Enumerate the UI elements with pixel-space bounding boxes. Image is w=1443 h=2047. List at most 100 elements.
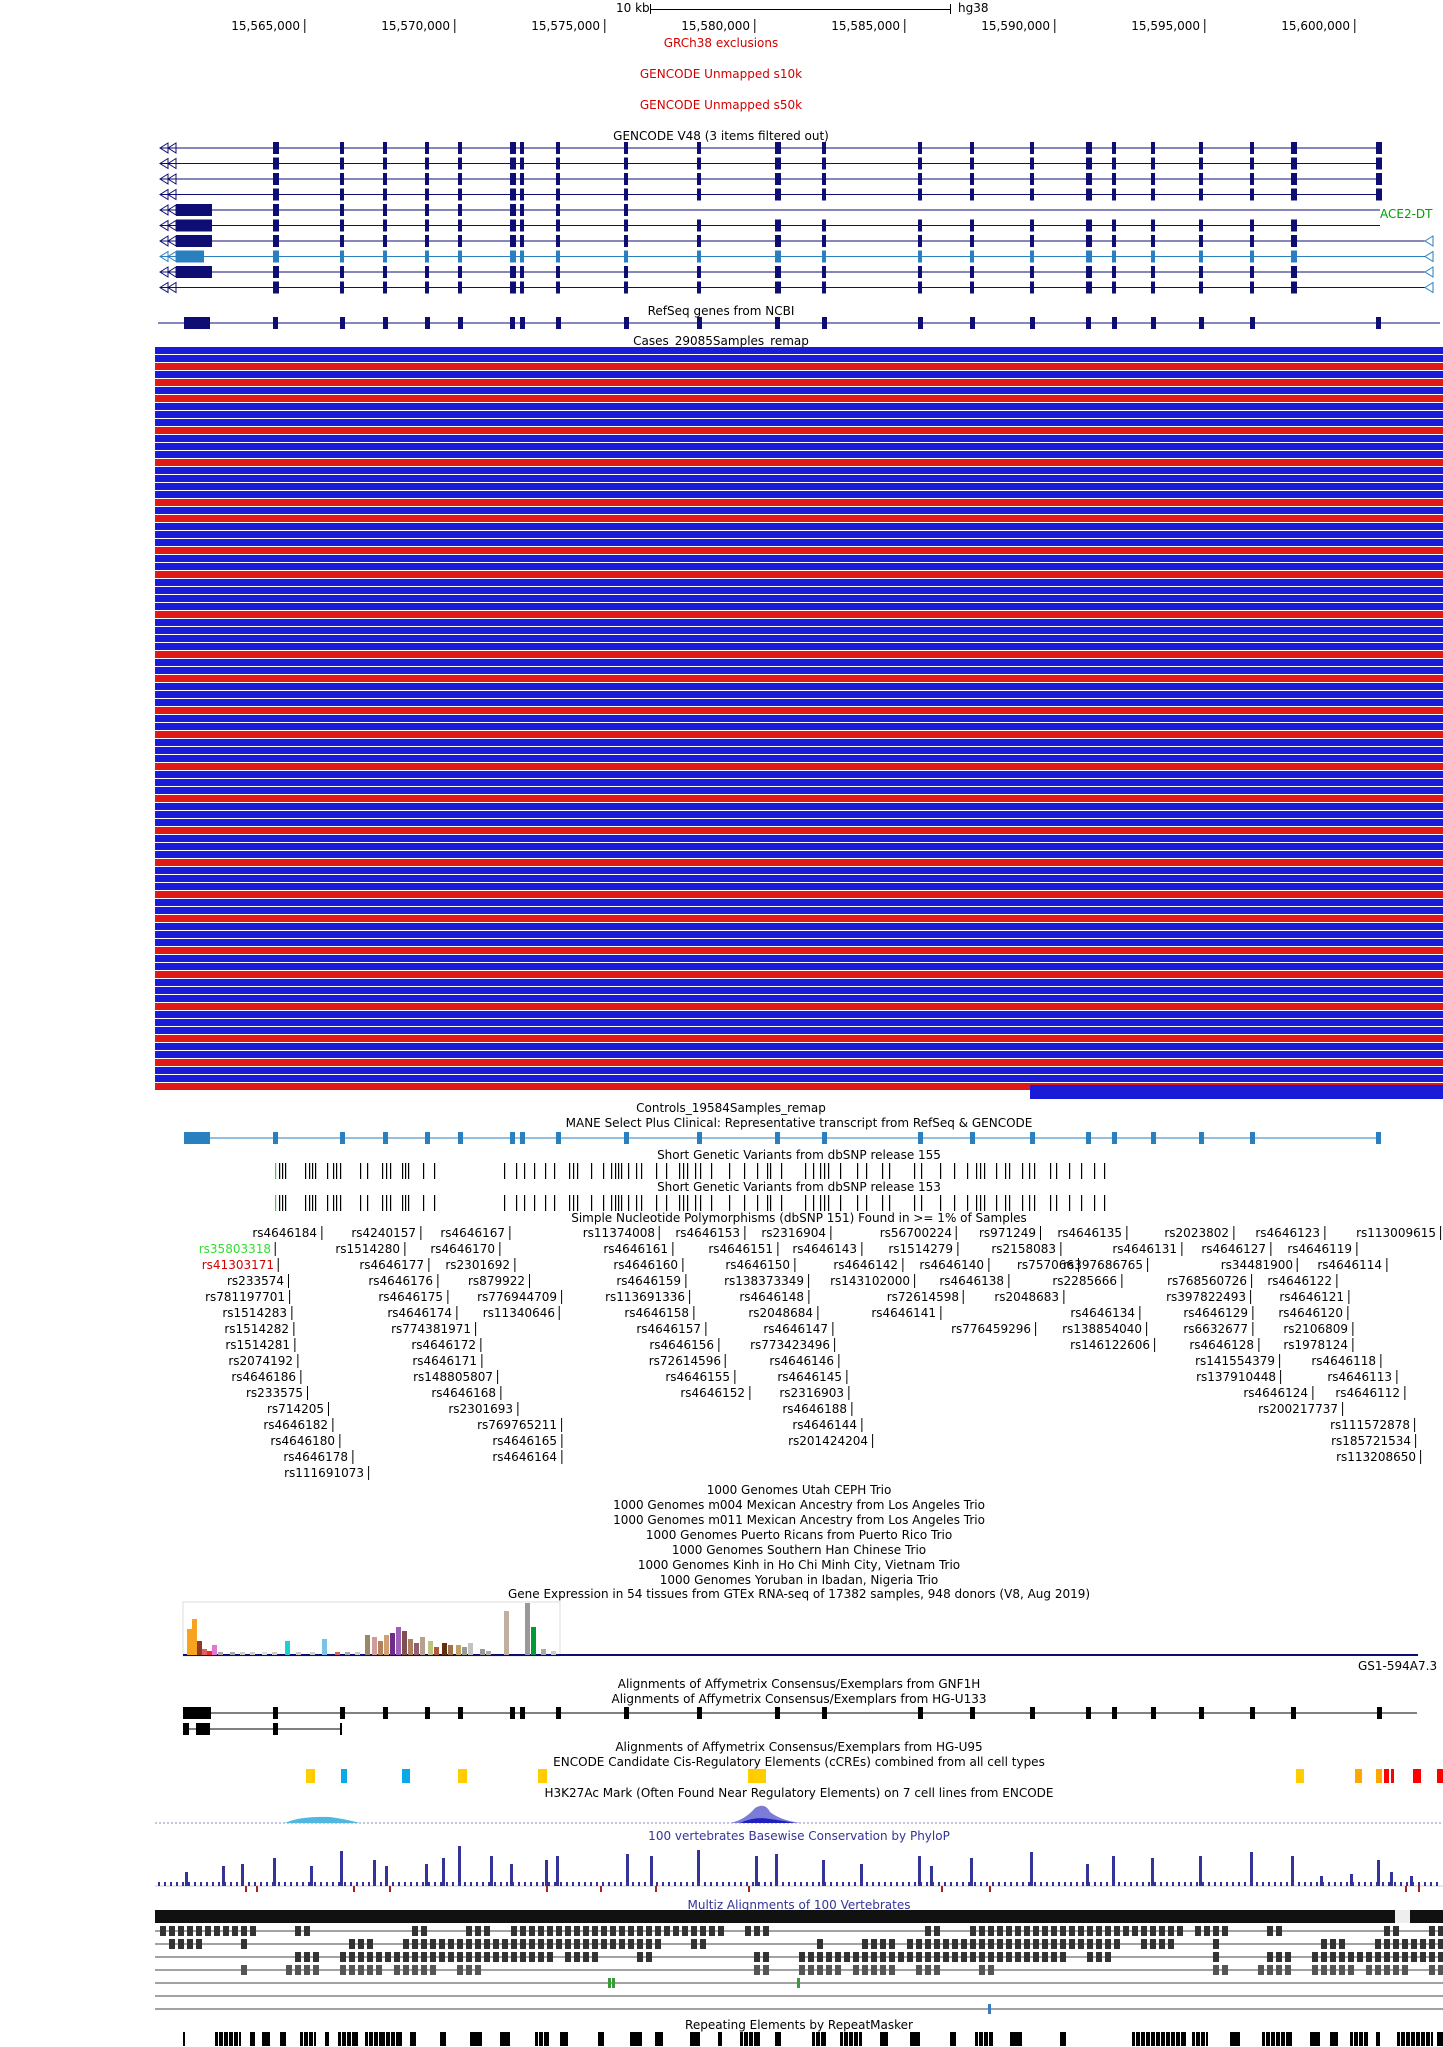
snp-label[interactable]: rs2106809 xyxy=(1283,1322,1353,1336)
snp-label[interactable]: rs113208650 xyxy=(1336,1450,1421,1464)
snp-label[interactable]: rs4646128 xyxy=(1189,1338,1259,1352)
snp-label[interactable]: rs141554379 xyxy=(1195,1354,1280,1368)
multiz-alignment-rows[interactable] xyxy=(0,1910,1443,2018)
track-title-trio-ceph[interactable]: 1000 Genomes Utah CEPH Trio xyxy=(707,1483,892,1497)
snp-label[interactable]: rs6632677 xyxy=(1183,1322,1253,1336)
snp-label[interactable]: rs1514279 xyxy=(888,1242,958,1256)
track-title-grch38-exclusions[interactable]: GRCh38 exclusions xyxy=(664,36,779,50)
snp-label[interactable]: rs4646182 xyxy=(263,1418,333,1432)
snp-label[interactable]: rs4646167 xyxy=(440,1226,510,1240)
track-title-cases[interactable]: Cases_29085Samples_remap xyxy=(633,334,809,348)
snp-label[interactable]: rs185721534 xyxy=(1331,1434,1416,1448)
affymetrix-alignments[interactable] xyxy=(0,1705,1443,1739)
snp-label[interactable]: rs2316903 xyxy=(779,1386,849,1400)
dbsnp155-ticks[interactable] xyxy=(0,1162,1443,1180)
snp-label[interactable]: rs773423496 xyxy=(750,1338,835,1352)
snp-label[interactable]: rs4646135 xyxy=(1057,1226,1127,1240)
snp-label[interactable]: rs233574 xyxy=(227,1274,289,1288)
snp-label[interactable]: rs4646158 xyxy=(624,1306,694,1320)
snp-label[interactable]: rs4646161 xyxy=(603,1242,673,1256)
snp-label[interactable]: rs774381971 xyxy=(391,1322,476,1336)
snp-label[interactable]: rs148805807 xyxy=(413,1370,498,1384)
snp-label[interactable]: rs4646159 xyxy=(616,1274,686,1288)
snp-label[interactable]: rs714205 xyxy=(267,1402,329,1416)
snp-label[interactable]: rs971249 xyxy=(979,1226,1041,1240)
snp-label[interactable]: rs2285666 xyxy=(1052,1274,1122,1288)
snp-label[interactable]: rs201424204 xyxy=(788,1434,873,1448)
snp-label[interactable]: rs2023802 xyxy=(1164,1226,1234,1240)
track-title-trio-pr[interactable]: 1000 Genomes Puerto Ricans from Puerto R… xyxy=(646,1528,952,1542)
snp-label[interactable]: rs2074192 xyxy=(228,1354,298,1368)
snp-label[interactable]: rs1514283 xyxy=(222,1306,292,1320)
track-title-hgu95[interactable]: Alignments of Affymetrix Consensus/Exemp… xyxy=(615,1740,982,1754)
snp-label[interactable]: rs4646124 xyxy=(1243,1386,1313,1400)
track-title-repeatmasker[interactable]: Repeating Elements by RepeatMasker xyxy=(685,2018,913,2032)
mane-transcript[interactable] xyxy=(0,1130,1443,1146)
snp-label[interactable]: rs4646152 xyxy=(680,1386,750,1400)
snp-label[interactable]: rs4646112 xyxy=(1335,1386,1405,1400)
snp-label[interactable]: rs4646141 xyxy=(871,1306,941,1320)
encode-ccre-elements[interactable] xyxy=(0,1767,1443,1787)
snp-label[interactable]: rs4646186 xyxy=(231,1370,301,1384)
snp-label[interactable]: rs4646144 xyxy=(792,1418,862,1432)
snp-label[interactable]: rs1514282 xyxy=(224,1322,294,1336)
phylop-conservation-signal[interactable] xyxy=(0,1842,1443,1898)
snp-label[interactable]: rs4646131 xyxy=(1112,1242,1182,1256)
snp-label[interactable]: rs4646160 xyxy=(613,1258,683,1272)
snp-label[interactable]: rs397822493 xyxy=(1166,1290,1251,1304)
track-title-trio-m004[interactable]: 1000 Genomes m004 Mexican Ancestry from … xyxy=(613,1498,985,1512)
snp-label[interactable]: rs397686765 xyxy=(1063,1258,1148,1272)
snp-label[interactable]: rs56700224 xyxy=(880,1226,957,1240)
gencode-side-label[interactable]: ACE2-DT xyxy=(1380,207,1433,221)
snp-label[interactable]: rs4646145 xyxy=(777,1370,847,1384)
snp-label[interactable]: rs137910448 xyxy=(1196,1370,1281,1384)
snp-label[interactable]: rs233575 xyxy=(246,1386,308,1400)
track-title-dbsnp153[interactable]: Short Genetic Variants from dbSNP releas… xyxy=(657,1180,941,1194)
track-title-trio-m011[interactable]: 1000 Genomes m011 Mexican Ancestry from … xyxy=(613,1513,985,1527)
cases-samples-block[interactable] xyxy=(155,347,1443,1090)
snp-label[interactable]: rs4646177 xyxy=(359,1258,429,1272)
snp-label[interactable]: rs4646121 xyxy=(1279,1290,1349,1304)
snp-label[interactable]: rs4646168 xyxy=(431,1386,501,1400)
snp-label[interactable]: rs4646138 xyxy=(939,1274,1009,1288)
snp-label[interactable]: rs138854040 xyxy=(1062,1322,1147,1336)
snp-label[interactable]: rs4646188 xyxy=(782,1402,852,1416)
snp-label[interactable]: rs4646134 xyxy=(1070,1306,1140,1320)
track-title-gtex[interactable]: Gene Expression in 54 tissues from GTEx … xyxy=(508,1587,1090,1601)
track-title-snp151[interactable]: Simple Nucleotide Polymorphisms (dbSNP 1… xyxy=(571,1211,1027,1225)
track-title-trio-yoruba[interactable]: 1000 Genomes Yoruban in Ibadan, Nigeria … xyxy=(660,1573,939,1587)
track-title-phylop[interactable]: 100 vertebrates Basewise Conservation by… xyxy=(648,1829,950,1843)
snp-label[interactable]: rs34481900 xyxy=(1221,1258,1298,1272)
snp-label[interactable]: rs4646178 xyxy=(283,1450,353,1464)
snp-label[interactable]: rs2048683 xyxy=(994,1290,1064,1304)
snp-label[interactable]: rs2158083 xyxy=(991,1242,1061,1256)
track-title-unmapped-s10k[interactable]: GENCODE Unmapped s10k xyxy=(640,67,802,81)
track-title-trio-han[interactable]: 1000 Genomes Southern Han Chinese Trio xyxy=(672,1543,926,1557)
gtex-expression-bars[interactable] xyxy=(0,1600,1443,1658)
snp-label[interactable]: rs4646120 xyxy=(1278,1306,1348,1320)
gtex-gene-label[interactable]: GS1-594A7.3 xyxy=(1358,1659,1437,1673)
snp-label[interactable]: rs781197701 xyxy=(205,1290,290,1304)
snp-label[interactable]: rs2301692 xyxy=(445,1258,515,1272)
snp-label[interactable]: rs143102000 xyxy=(830,1274,915,1288)
snp-label[interactable]: rs4240157 xyxy=(351,1226,421,1240)
snp-label[interactable]: rs2301693 xyxy=(448,1402,518,1416)
h3k27ac-signal[interactable] xyxy=(0,1798,1443,1830)
track-title-dbsnp155[interactable]: Short Genetic Variants from dbSNP releas… xyxy=(657,1148,941,1162)
snp-label[interactable]: rs768560726 xyxy=(1167,1274,1252,1288)
dbsnp153-ticks[interactable] xyxy=(0,1194,1443,1212)
snp-label[interactable]: rs4646170 xyxy=(430,1242,500,1256)
snp-label[interactable]: rs4646156 xyxy=(649,1338,719,1352)
snp-label[interactable]: rs4646165 xyxy=(492,1434,562,1448)
snp-label[interactable]: rs4646176 xyxy=(368,1274,438,1288)
snp-label[interactable]: rs4646147 xyxy=(763,1322,833,1336)
snp-label[interactable]: rs776944709 xyxy=(477,1290,562,1304)
snp-label[interactable]: rs4646164 xyxy=(492,1450,562,1464)
snp-label[interactable]: rs35803318 xyxy=(199,1242,276,1256)
snp-label[interactable]: rs4646143 xyxy=(792,1242,862,1256)
track-title-unmapped-s50k[interactable]: GENCODE Unmapped s50k xyxy=(640,98,802,112)
snp-label[interactable]: rs4646151 xyxy=(708,1242,778,1256)
snp-label[interactable]: rs4646171 xyxy=(412,1354,482,1368)
snp-label[interactable]: rs4646155 xyxy=(665,1370,735,1384)
snp-label[interactable]: rs4646174 xyxy=(387,1306,457,1320)
